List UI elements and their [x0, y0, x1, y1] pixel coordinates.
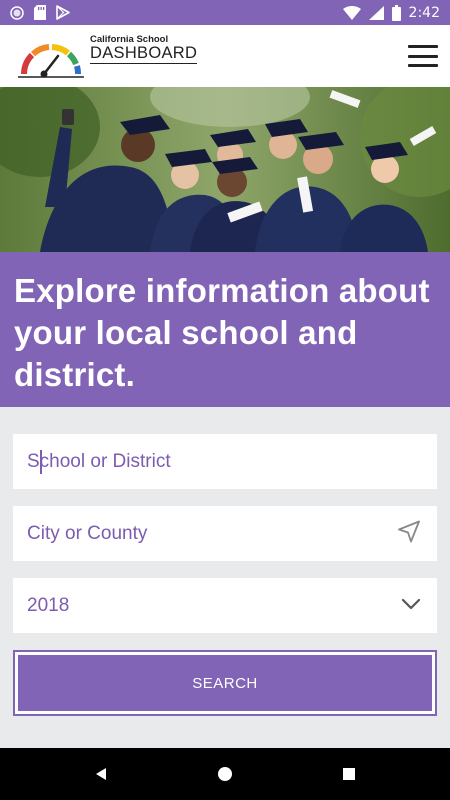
- graduates-photo: [0, 87, 450, 252]
- hero-banner: Explore information about your local sch…: [0, 252, 450, 407]
- menu-line: [408, 54, 438, 58]
- wifi-icon: [342, 5, 361, 20]
- search-button[interactable]: SEARCH: [13, 650, 437, 716]
- logo-text: California School DASHBOARD: [90, 33, 198, 64]
- play-store-icon: [56, 5, 70, 20]
- signal-icon: [368, 5, 384, 20]
- status-time: 2:42: [408, 4, 440, 21]
- city-or-county-field[interactable]: [13, 506, 437, 561]
- search-form: 2018 SEARCH: [13, 434, 437, 716]
- chevron-down-icon[interactable]: [401, 597, 421, 615]
- status-right-icons: 2:42: [342, 4, 440, 21]
- menu-line: [408, 45, 438, 48]
- status-left-icons: [10, 5, 70, 20]
- record-icon: [10, 5, 24, 20]
- school-or-district-input[interactable]: [27, 450, 423, 473]
- text-cursor: [40, 450, 42, 474]
- year-select[interactable]: 2018: [13, 578, 437, 633]
- logo-line1: California School: [90, 33, 169, 45]
- gauge-logo-icon: [18, 43, 84, 78]
- battery-icon: [391, 4, 401, 21]
- hero-graduates-image: [0, 87, 450, 252]
- school-or-district-field[interactable]: [13, 434, 437, 489]
- recents-icon[interactable]: [287, 767, 411, 781]
- sd-card-icon: [34, 5, 46, 20]
- menu-line: [408, 64, 438, 67]
- back-icon[interactable]: [39, 767, 163, 781]
- search-button-label: SEARCH: [18, 655, 432, 711]
- logo-line2: DASHBOARD: [90, 43, 198, 62]
- app-header: California School DASHBOARD: [0, 25, 450, 87]
- hamburger-menu-icon[interactable]: [408, 45, 438, 67]
- system-nav-bar: [0, 748, 450, 800]
- status-bar: 2:42: [0, 0, 450, 25]
- year-select-value: 2018: [27, 594, 70, 616]
- location-arrow-icon[interactable]: [397, 519, 421, 548]
- city-or-county-input[interactable]: [27, 522, 423, 545]
- home-icon[interactable]: [163, 766, 287, 782]
- banner-headline: Explore information about your local sch…: [14, 272, 430, 393]
- california-school-dashboard-logo[interactable]: California School DASHBOARD: [18, 33, 198, 78]
